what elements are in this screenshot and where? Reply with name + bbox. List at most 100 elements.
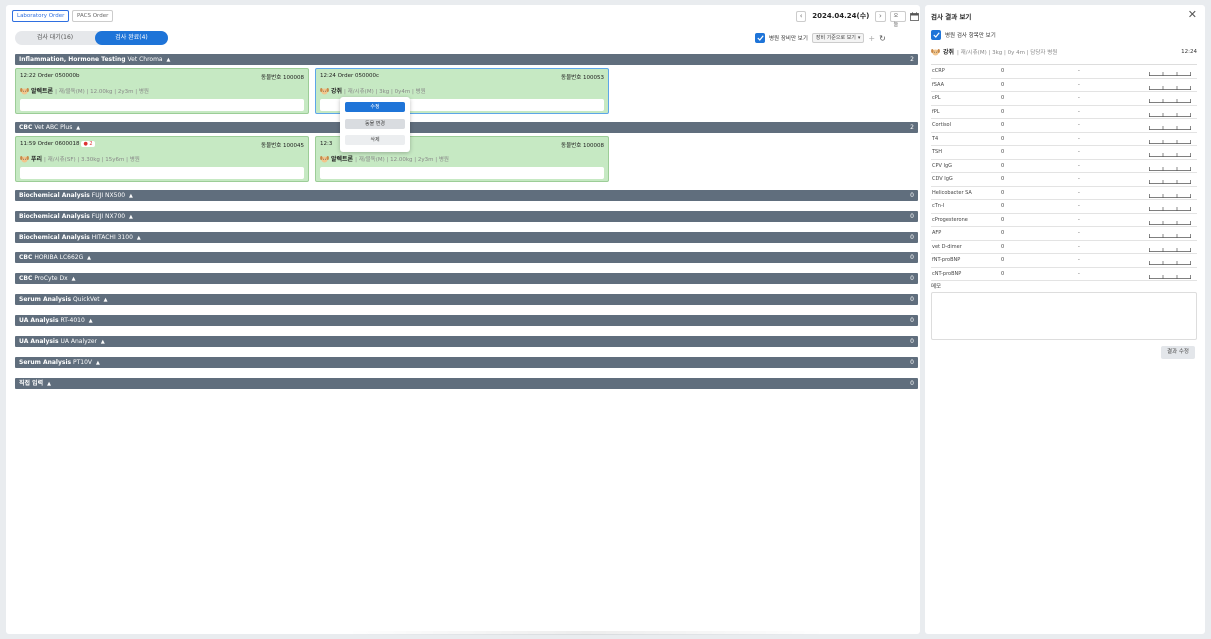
next-date-button[interactable]: ›: [875, 10, 886, 22]
section-header[interactable]: CBC Vet ABC Plus ▲ 2: [15, 122, 918, 133]
animal-number: 동물번호 100008: [561, 143, 604, 149]
order-card[interactable]: 11:59 Order 0600018 ● 2 동물번호 100045 푸리 | …: [15, 136, 309, 182]
section-header[interactable]: UA Analysis RT-4010 ▲ 0: [15, 315, 918, 326]
result-item-name: fSAA: [932, 81, 945, 88]
section-title: 직접 입력: [19, 380, 44, 387]
result-value: 0: [1001, 203, 1005, 209]
checkbox-checked-icon[interactable]: [931, 30, 941, 40]
edit-order-button[interactable]: 수정: [345, 102, 405, 112]
result-value: 0: [1001, 176, 1005, 182]
triangle-up-icon: ▲: [71, 276, 76, 282]
prev-date-button[interactable]: ‹: [796, 10, 807, 22]
section-header[interactable]: CBC HORIBA LC662G ▲ 0: [15, 252, 918, 263]
result-value: 0: [1001, 149, 1005, 155]
section-title: Biochemical Analysis: [19, 213, 90, 220]
result-row[interactable]: AFP 0 -: [931, 227, 1197, 241]
reference-range-scale: [1149, 71, 1191, 76]
tab-laboratory-order[interactable]: Laboratory Order: [12, 10, 70, 22]
section-device: PT10V: [73, 359, 93, 366]
order-time-id-text: 11:59 Order 0600018: [20, 141, 80, 147]
patient-info: | 재/시츄(SF) | 3.30kg | 15y6m | 병원: [44, 156, 140, 163]
section-header[interactable]: Biochemical Analysis FUJI NX500 ▲ 0: [15, 190, 918, 201]
result-item-name: fNT-proBNP: [932, 257, 961, 263]
segment-waiting[interactable]: 검사 대기(16): [15, 31, 95, 45]
reference-range-scale: [1149, 166, 1191, 171]
patient-name: 알렉트론: [31, 88, 54, 95]
section-header[interactable]: CBC ProCyte Dx ▲ 0: [15, 273, 918, 284]
result-unit: -: [1078, 270, 1080, 277]
result-time: 12:24: [1181, 48, 1197, 55]
result-row[interactable]: fPL 0 -: [931, 106, 1197, 119]
dog-icon: [320, 155, 329, 162]
result-row[interactable]: TSH 0 -: [931, 146, 1197, 160]
triangle-up-icon: ▲: [136, 235, 141, 241]
order-memo[interactable]: [20, 99, 304, 111]
refresh-icon[interactable]: ↻: [879, 34, 886, 43]
calendar-icon[interactable]: [910, 11, 920, 22]
patient-line: 강쥐 | 재/시츄(M) | 3kg | 0y4m | 병원: [320, 86, 604, 95]
checkbox-checked-icon[interactable]: [755, 33, 765, 43]
change-animal-button[interactable]: 동물 변경: [345, 119, 405, 129]
result-panel-title: 검사 결과 보기: [931, 13, 972, 21]
sort-select[interactable]: 장비 기준으로 보기 ▾: [811, 33, 865, 43]
result-row[interactable]: cPL 0 -: [931, 92, 1197, 106]
order-memo[interactable]: [20, 167, 304, 179]
order-card[interactable]: 12:22 Order 050000b 동물번호 100008 알렉트론 | 재…: [15, 68, 309, 114]
segment-completed[interactable]: 검사 완료(4): [95, 31, 168, 45]
triangle-up-icon: ▲: [129, 214, 133, 220]
section-header[interactable]: 직접 입력 ▲ 0: [15, 378, 918, 389]
section-header[interactable]: Serum Analysis PT10V ▲ 0: [15, 357, 918, 368]
result-row[interactable]: cCRP 0 -: [931, 65, 1197, 79]
edit-result-button[interactable]: 결과 수정: [1161, 346, 1195, 359]
result-row[interactable]: cTn-I 0 -: [931, 200, 1197, 214]
result-value: 0: [1001, 216, 1005, 223]
section-count: 0: [910, 254, 914, 261]
section-device: FUJI NX700: [91, 213, 126, 220]
result-row[interactable]: Cortisol 0 -: [931, 119, 1197, 133]
result-row[interactable]: vet D-dimer 0 -: [931, 241, 1197, 254]
section-header[interactable]: Inflammation, Hormone Testing Vet Chroma…: [15, 54, 918, 65]
result-row[interactable]: cNT-proBNP 0 -: [931, 268, 1197, 281]
result-row[interactable]: T4 0 -: [931, 133, 1197, 146]
triangle-up-icon: ▲: [166, 57, 171, 63]
top-bar: Laboratory Order PACS Order ‹ 2024.04.24…: [6, 5, 920, 28]
section-count: 0: [910, 192, 914, 199]
hospital-items-only: 병원 검사 항목만 보기: [931, 30, 996, 40]
sort-select-value: 장비 기준으로 보기: [815, 35, 856, 41]
close-icon[interactable]: ✕: [1188, 8, 1197, 21]
order-memo[interactable]: [320, 167, 604, 179]
caret-down-icon: ▾: [857, 35, 861, 41]
today-button[interactable]: 오늘: [889, 10, 906, 28]
result-value: 0: [1001, 243, 1005, 250]
result-row[interactable]: CPV IgG 0 -: [931, 160, 1197, 173]
result-row[interactable]: fSAA 0 -: [931, 79, 1197, 92]
section-header[interactable]: UA Analysis UA Analyzer ▲ 0: [15, 336, 918, 347]
triangle-up-icon: ▲: [88, 318, 93, 324]
memo-input[interactable]: [931, 292, 1197, 340]
result-item-name: cCRP: [932, 68, 945, 74]
result-row[interactable]: fNT-proBNP 0 -: [931, 254, 1197, 268]
dog-icon: [20, 87, 29, 94]
patient-line: 푸리 | 재/시츄(SF) | 3.30kg | 15y6m | 병원: [20, 154, 304, 163]
animal-number: 동물번호 100045: [261, 143, 304, 149]
delete-order-button[interactable]: 삭제: [345, 135, 405, 145]
section-header[interactable]: Biochemical Analysis FUJI NX700 ▲ 0: [15, 211, 918, 222]
section-device: HITACHI 3100: [91, 234, 133, 241]
patient-name: 강쥐: [331, 88, 343, 95]
reference-range-scale: [1149, 206, 1191, 211]
result-item-name: T4: [932, 135, 939, 142]
section-title: CBC: [19, 124, 33, 131]
section-count: 2: [910, 56, 914, 63]
result-value: 0: [1001, 108, 1005, 115]
tab-pacs-order[interactable]: PACS Order: [72, 10, 114, 22]
result-row[interactable]: CDV IgG 0 -: [931, 173, 1197, 187]
section-header[interactable]: Serum Analysis QuickVet ▲ 0: [15, 294, 918, 305]
section-title: Biochemical Analysis: [19, 192, 90, 199]
result-item-name: fPL: [932, 108, 940, 115]
result-row[interactable]: Helicobacter SA 0 -: [931, 187, 1197, 200]
result-row[interactable]: cProgesterone 0 -: [931, 214, 1197, 227]
section-header[interactable]: Biochemical Analysis HITACHI 3100 ▲ 0: [15, 232, 918, 243]
plus-icon[interactable]: +: [868, 34, 875, 43]
triangle-up-icon: ▲: [76, 125, 81, 131]
triangle-up-icon: ▲: [47, 381, 51, 387]
